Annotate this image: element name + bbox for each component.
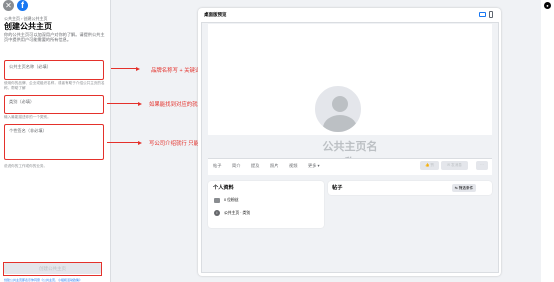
- messenger-icon[interactable]: ●: [544, 2, 551, 9]
- annotation-name: 品牌名称写 + 关键词: [151, 68, 201, 74]
- tab-more[interactable]: 更多 ▾: [308, 163, 320, 169]
- page-name-input[interactable]: 公共主页名称（必填）: [4, 60, 104, 80]
- annotation-arrow: [107, 142, 139, 143]
- mobile-icon[interactable]: [489, 11, 493, 18]
- tab-videos[interactable]: 视频: [289, 163, 297, 169]
- page-category: 公共主页 · 类别: [224, 211, 251, 215]
- avatar-placeholder-icon: [313, 84, 363, 134]
- category-placeholder: 类别（必填）: [9, 99, 35, 104]
- create-page-button[interactable]: 创建公共主页: [4, 263, 101, 274]
- policy-link[interactable]: 创建公共主页即表示你同意《公共主页、小组和活动政策》: [4, 278, 82, 282]
- filter-button[interactable]: ⇆ 筛选条件: [452, 184, 476, 192]
- annotation-arrow: [111, 68, 137, 69]
- preview-title: 桌面版预览: [204, 12, 227, 17]
- avatar-body: [323, 115, 357, 132]
- page-description: 你的公共主页可以加深用户对你的了解。请提供公共主页中提供用户可能需要的所有信息。: [4, 32, 105, 43]
- desktop-icon[interactable]: [479, 12, 486, 17]
- arrow-head-icon: [136, 66, 140, 71]
- page-name-placeholder: 公共主页名称（必填）: [9, 64, 51, 69]
- bio-textarea[interactable]: 个性签名（非必填）: [4, 124, 104, 160]
- tab-photos[interactable]: 照片: [270, 163, 278, 169]
- posts-title: 帖子: [332, 185, 343, 191]
- category-help: 输入最能描述你的一个类别。: [4, 115, 51, 119]
- followers-icon: [214, 198, 220, 203]
- facebook-logo-icon[interactable]: f: [17, 0, 28, 11]
- info-icon: i: [214, 210, 220, 216]
- top-icons: ✕ f: [3, 0, 28, 11]
- like-button[interactable]: 👍 赞: [420, 161, 439, 170]
- page-title: 创建公共主页: [4, 22, 52, 31]
- right-rail: [541, 0, 554, 282]
- arrow-head-icon: [138, 101, 142, 106]
- tab-posts[interactable]: 帖子: [213, 163, 221, 169]
- avatar-head: [332, 96, 348, 112]
- arrow-head-icon: [138, 140, 142, 145]
- bio-placeholder: 个性签名（非必填）: [9, 128, 47, 133]
- category-input[interactable]: 类别（必填）: [4, 95, 104, 114]
- divider: [208, 158, 492, 159]
- message-button[interactable]: ✉ 发消息: [441, 161, 468, 170]
- bio-help: 说说你的工作或你的业务。: [4, 164, 48, 168]
- annotation-arrow: [107, 103, 139, 104]
- followers-count: 0 位粉丝: [224, 198, 239, 202]
- more-button[interactable]: ···: [476, 161, 488, 170]
- tab-mentions[interactable]: 提及: [251, 163, 259, 169]
- close-icon[interactable]: ✕: [3, 0, 14, 11]
- about-title: 个人资料: [213, 185, 234, 191]
- tab-about[interactable]: 简介: [232, 163, 240, 169]
- page-name-help: 使用你的品牌、企业或组织名称，或者有助于介绍公共主页的名称。帮助了解: [4, 81, 105, 90]
